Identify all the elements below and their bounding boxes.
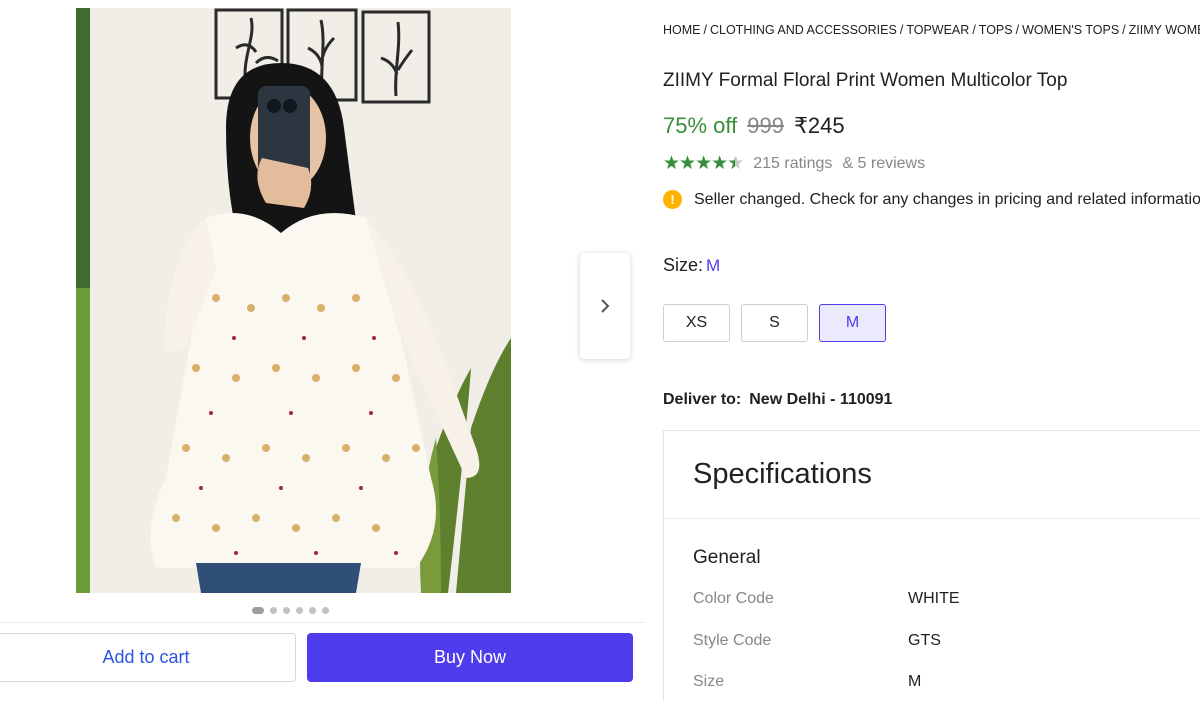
seller-notice-text: Seller changed. Check for any changes in…	[694, 190, 1200, 208]
deliver-to-label: Deliver to:	[663, 391, 742, 408]
specifications-panel: Specifications General Color Code WHITE …	[663, 430, 1200, 701]
spec-value: GTS	[908, 632, 941, 649]
star-rating: ★ ★ ★ ★ ★	[663, 152, 744, 175]
spec-row: Style Code GTS	[693, 632, 941, 650]
half-star-icon: ★	[727, 153, 744, 174]
ratings-count: 215 ratings	[753, 154, 833, 172]
breadcrumb-tops[interactable]: TOPS	[979, 23, 1013, 37]
buy-now-button[interactable]: Buy Now	[307, 633, 633, 682]
divider	[664, 518, 1200, 519]
pager-dot[interactable]	[309, 607, 316, 614]
star-icon: ★	[679, 153, 696, 174]
discount-percent: 75% off	[663, 113, 738, 138]
size-label-text: Size:	[663, 255, 704, 275]
buy-now-label: Buy Now	[433, 647, 507, 667]
pager-dot[interactable]	[270, 607, 277, 614]
spec-key: Style Code	[693, 632, 772, 649]
product-image[interactable]	[76, 8, 511, 593]
pager-dot[interactable]	[283, 607, 290, 614]
size-option-m[interactable]: M	[819, 304, 886, 342]
original-price: 999	[747, 113, 784, 138]
star-icon: ★	[711, 153, 728, 174]
spec-value: M	[908, 673, 922, 690]
breadcrumb-womens-tops[interactable]: WOMEN'S TOPS	[1022, 23, 1119, 37]
breadcrumb-brand[interactable]: ZIIMY WOMEN	[1129, 23, 1200, 37]
size-options: XS S M	[663, 304, 886, 342]
delivery-info[interactable]: Deliver to: New Delhi - 110091	[663, 391, 892, 409]
price-row: 75% off 999 ₹245	[663, 113, 845, 139]
size-label: Size: M	[663, 255, 720, 276]
add-to-cart-button[interactable]: Add to cart	[0, 633, 296, 682]
reviews-count: & 5 reviews	[842, 154, 926, 172]
pager-dot[interactable]	[296, 607, 303, 614]
divider	[0, 622, 645, 623]
spec-value: WHITE	[908, 590, 960, 607]
product-photo-illustration	[76, 8, 511, 593]
selected-size: M	[706, 256, 721, 275]
info-icon: !	[663, 190, 682, 209]
specifications-title: Specifications	[693, 458, 872, 490]
product-title: ZIIMY Formal Floral Print Women Multicol…	[663, 70, 1068, 91]
product-gallery: Add to cart Buy Now	[0, 0, 645, 701]
breadcrumb-clothing[interactable]: CLOTHING AND ACCESSORIES	[710, 23, 897, 37]
star-icon: ★	[663, 153, 680, 174]
pager-dot[interactable]	[252, 607, 264, 614]
size-option-xs[interactable]: XS	[663, 304, 730, 342]
size-option-s[interactable]: S	[741, 304, 808, 342]
breadcrumb-topwear[interactable]: TOPWEAR	[906, 23, 969, 37]
product-details: HOME / CLOTHING AND ACCESSORIES / TOPWEAR / TO…	[663, 0, 1200, 701]
rating-row[interactable]: ★ ★ ★ ★ ★ 215 ratings & 5 reviews	[663, 152, 925, 175]
star-icon: ★	[695, 153, 712, 174]
breadcrumb-home[interactable]: HOME	[663, 23, 701, 37]
delivery-location: New Delhi - 110091	[749, 391, 893, 408]
selling-price: ₹245	[793, 113, 845, 138]
spec-key: Size	[693, 673, 725, 690]
spec-row: Color Code WHITE	[693, 590, 960, 608]
pager-dot[interactable]	[322, 607, 329, 614]
image-pager-dots	[252, 607, 329, 614]
spec-row: Size M	[693, 673, 921, 691]
next-image-button[interactable]	[580, 253, 630, 359]
seller-notice: ! Seller changed. Check for any changes …	[663, 190, 1200, 209]
breadcrumb: HOME / CLOTHING AND ACCESSORIES / TOPWEAR / TO…	[663, 23, 1200, 37]
chevron-right-icon	[601, 299, 610, 313]
spec-group-title: General	[693, 547, 761, 568]
add-to-cart-label: Add to cart	[102, 647, 190, 667]
spec-key: Color Code	[693, 590, 774, 607]
